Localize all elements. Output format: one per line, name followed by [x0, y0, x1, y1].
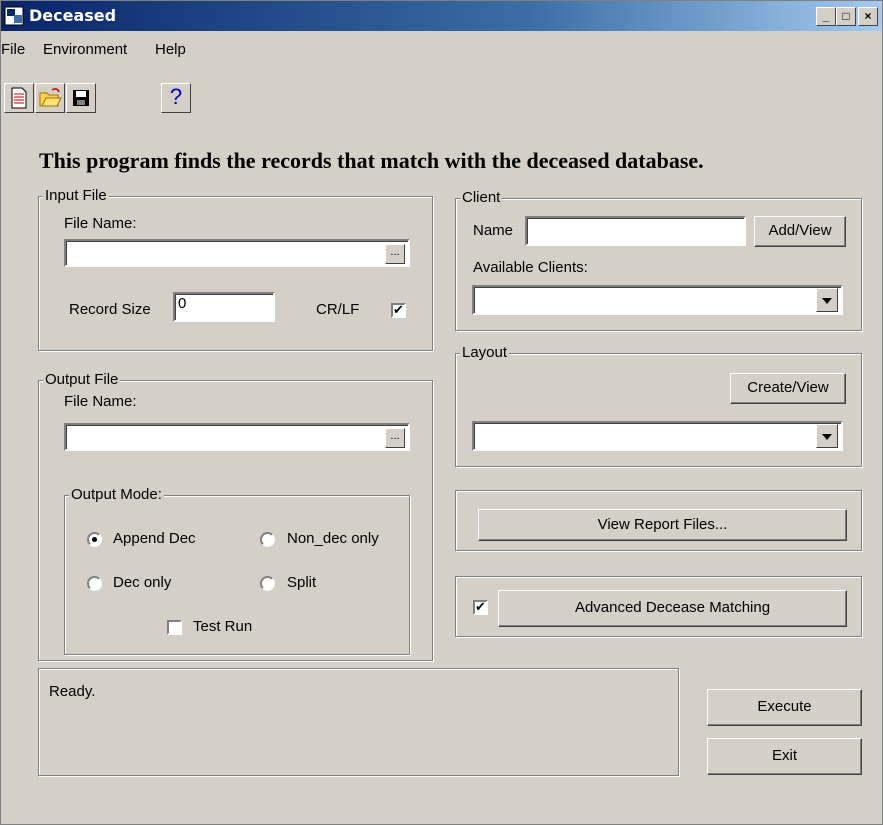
radio-append-dec-label: Append Dec [113, 530, 196, 547]
input-file-group: Input File File Name: ... Record Size 0 … [38, 187, 433, 351]
record-size-label: Record Size [69, 301, 151, 318]
exit-button[interactable]: Exit [707, 738, 862, 775]
menu-file[interactable]: File [1, 41, 25, 58]
available-clients-select[interactable] [472, 285, 843, 315]
advanced-group: Advanced Decease Matching [455, 576, 862, 637]
menu-help[interactable]: Help [155, 41, 186, 58]
output-browse-button[interactable]: ... [385, 428, 405, 448]
new-file-icon [11, 87, 27, 109]
maximize-button[interactable]: □ [836, 7, 856, 26]
radio-append-dec[interactable] [87, 532, 102, 547]
chevron-down-icon[interactable] [816, 424, 838, 448]
advanced-matching-checkbox[interactable] [473, 599, 488, 615]
add-view-button[interactable]: Add/View [754, 216, 846, 247]
record-size-field[interactable]: 0 [173, 292, 275, 322]
status-box: Ready. [38, 668, 679, 776]
crlf-label: CR/LF [316, 301, 360, 318]
radio-non-dec-only-label: Non_dec only [287, 530, 379, 547]
title-bar: Deceased _ □ × [1, 1, 882, 31]
save-icon [73, 90, 89, 106]
input-file-group-label: Input File [43, 187, 109, 204]
new-file-button[interactable] [4, 83, 34, 113]
layout-group-label: Layout [460, 344, 510, 361]
layout-select[interactable] [472, 421, 843, 451]
input-file-name-label: File Name: [64, 215, 137, 232]
help-button[interactable]: ? [161, 83, 191, 113]
radio-split-label: Split [287, 574, 317, 591]
close-button[interactable]: × [858, 7, 878, 26]
create-view-button[interactable]: Create/View [730, 373, 846, 404]
test-run-checkbox[interactable] [167, 620, 182, 635]
app-window: Deceased _ □ × File Environment Help ? T… [0, 0, 883, 825]
client-name-field[interactable] [525, 216, 746, 246]
output-file-name-field[interactable] [64, 423, 410, 451]
minimize-button[interactable]: _ [816, 7, 836, 26]
menu-environment[interactable]: Environment [43, 41, 127, 58]
output-mode-group: Output Mode: Append Dec Non_dec only Dec… [64, 486, 410, 655]
app-icon [4, 6, 24, 26]
chevron-down-icon[interactable] [816, 288, 838, 312]
execute-button[interactable]: Execute [707, 689, 862, 726]
radio-non-dec-only[interactable] [260, 532, 275, 547]
open-folder-icon [39, 88, 62, 107]
output-file-group: Output File File Name: ... Output Mode: … [38, 371, 433, 661]
radio-dec-only[interactable] [87, 576, 102, 591]
output-file-name-label: File Name: [64, 393, 137, 410]
status-text: Ready. [49, 683, 96, 700]
view-report-files-button[interactable]: View Report Files... [478, 509, 847, 541]
help-icon: ? [169, 84, 183, 109]
output-mode-label: Output Mode: [69, 486, 164, 503]
report-group: View Report Files... [455, 490, 862, 551]
layout-group: Layout Create/View [455, 344, 862, 467]
input-browse-button[interactable]: ... [385, 244, 405, 264]
test-run-label: Test Run [193, 618, 253, 635]
output-file-group-label: Output File [43, 371, 121, 388]
advanced-decease-matching-button[interactable]: Advanced Decease Matching [498, 590, 847, 627]
crlf-checkbox[interactable] [391, 302, 406, 318]
save-button[interactable] [66, 83, 96, 113]
open-file-button[interactable] [35, 83, 65, 113]
input-file-name-field[interactable] [64, 239, 410, 267]
available-clients-label: Available Clients: [473, 259, 588, 276]
page-title: This program finds the records that matc… [39, 148, 704, 173]
client-group: Client Name Add/View Available Clients: [455, 189, 862, 331]
client-group-label: Client [460, 189, 503, 206]
window-title: Deceased [29, 6, 117, 25]
client-name-label: Name [473, 222, 514, 239]
radio-dec-only-label: Dec only [113, 574, 172, 591]
radio-split[interactable] [260, 576, 275, 591]
